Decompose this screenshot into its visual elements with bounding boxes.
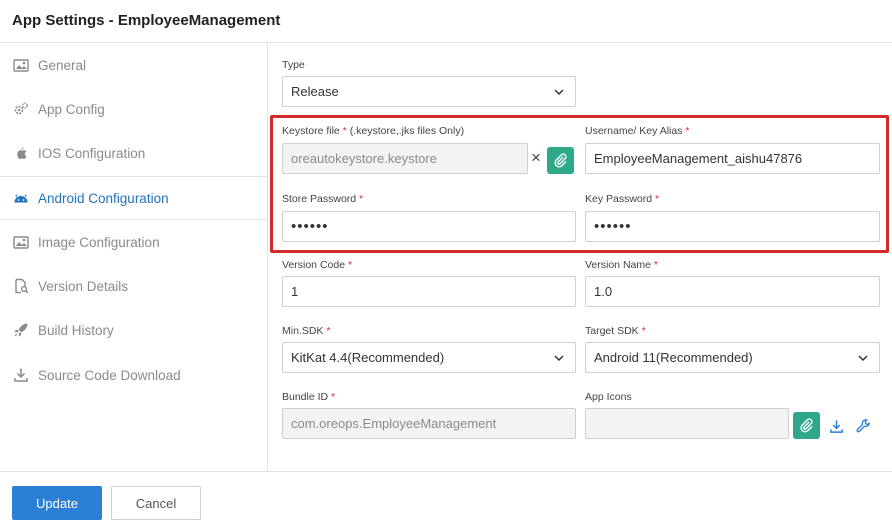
image-icon bbox=[12, 56, 30, 74]
chevron-down-icon bbox=[554, 355, 564, 362]
edit-app-icon-button[interactable] bbox=[853, 416, 873, 436]
min-sdk-select[interactable]: KitKat 4.4(Recommended) bbox=[282, 342, 576, 373]
key-password-label: Key Password * bbox=[585, 193, 660, 205]
version-name-label: Version Name * bbox=[585, 259, 658, 271]
attach-app-icon-button[interactable] bbox=[793, 412, 820, 439]
sidebar-item-label: Build History bbox=[38, 322, 114, 338]
store-password-label: Store Password * bbox=[282, 193, 364, 205]
dialog-header: App Settings - EmployeeManagement bbox=[0, 0, 892, 43]
rocket-icon bbox=[12, 321, 30, 339]
keystore-file-field[interactable]: oreautokeystore.keystore bbox=[282, 143, 528, 174]
keystore-file-value: oreautokeystore.keystore bbox=[291, 151, 437, 166]
gears-icon bbox=[12, 100, 30, 118]
android-icon bbox=[12, 189, 30, 207]
type-label: Type bbox=[282, 59, 305, 71]
paperclip-icon bbox=[800, 418, 813, 433]
download-icon bbox=[829, 419, 843, 433]
sidebar-item-general[interactable]: General bbox=[0, 43, 267, 87]
target-sdk-select[interactable]: Android 11(Recommended) bbox=[585, 342, 880, 373]
sidebar-item-label: IOS Configuration bbox=[38, 145, 146, 161]
app-icons-field[interactable] bbox=[585, 408, 789, 439]
key-password-input[interactable]: •••••• bbox=[585, 211, 880, 242]
sidebar-item-image-configuration[interactable]: Image Configuration bbox=[0, 220, 267, 264]
download-icon bbox=[12, 366, 30, 384]
document-search-icon bbox=[12, 277, 30, 295]
keystore-label: Keystore file * (.keystore,.jks files On… bbox=[282, 125, 465, 137]
type-select[interactable]: Release bbox=[282, 76, 576, 107]
key-alias-label: Username/ Key Alias * bbox=[585, 125, 690, 137]
type-value: Release bbox=[291, 84, 339, 99]
chevron-down-icon bbox=[554, 89, 564, 96]
store-password-input[interactable]: •••••• bbox=[282, 211, 576, 242]
target-sdk-label: Target SDK * bbox=[585, 325, 646, 337]
sidebar-item-label: Image Configuration bbox=[38, 234, 160, 250]
apple-icon bbox=[12, 144, 30, 162]
version-name-input[interactable]: 1.0 bbox=[585, 276, 880, 307]
chevron-down-icon bbox=[858, 355, 868, 362]
sidebar-item-label: App Config bbox=[38, 101, 105, 117]
dialog-footer: Update Cancel bbox=[0, 471, 892, 532]
cancel-button[interactable]: Cancel bbox=[111, 486, 201, 520]
sidebar-item-build-history[interactable]: Build History bbox=[0, 308, 267, 352]
paperclip-icon bbox=[554, 153, 567, 168]
sidebar: General App Config IOS Configuration And… bbox=[0, 43, 268, 471]
version-code-label: Version Code * bbox=[282, 259, 353, 271]
sidebar-item-label: General bbox=[38, 57, 87, 73]
clear-keystore-button[interactable]: × bbox=[528, 147, 544, 169]
wrench-icon bbox=[855, 418, 870, 432]
min-sdk-label: Min.SDK * bbox=[282, 325, 331, 337]
sidebar-item-app-config[interactable]: App Config bbox=[0, 87, 267, 131]
page-title: App Settings - EmployeeManagement bbox=[12, 12, 281, 29]
update-button[interactable]: Update bbox=[12, 486, 102, 520]
sidebar-item-label: Android Configuration bbox=[38, 190, 169, 206]
sidebar-item-ios-configuration[interactable]: IOS Configuration bbox=[0, 131, 267, 175]
key-alias-input[interactable]: EmployeeManagement_aishu47876 bbox=[585, 143, 880, 174]
sidebar-item-label: Source Code Download bbox=[38, 367, 181, 383]
bundle-id-label: Bundle ID * bbox=[282, 391, 336, 403]
app-icons-label: App Icons bbox=[585, 391, 632, 403]
version-code-input[interactable]: 1 bbox=[282, 276, 576, 307]
sidebar-item-label: Version Details bbox=[38, 278, 129, 294]
settings-form: Type Release Keystore file * (.keystore,… bbox=[268, 43, 892, 471]
image-icon bbox=[12, 233, 30, 251]
bundle-id-field[interactable]: com.oreops.EmployeeManagement bbox=[282, 408, 576, 439]
sidebar-item-version-details[interactable]: Version Details bbox=[0, 264, 267, 308]
sidebar-item-android-configuration[interactable]: Android Configuration bbox=[0, 176, 267, 220]
sidebar-item-source-code-download[interactable]: Source Code Download bbox=[0, 353, 267, 397]
attach-keystore-button[interactable] bbox=[547, 147, 574, 174]
download-app-icon-button[interactable] bbox=[826, 416, 846, 436]
